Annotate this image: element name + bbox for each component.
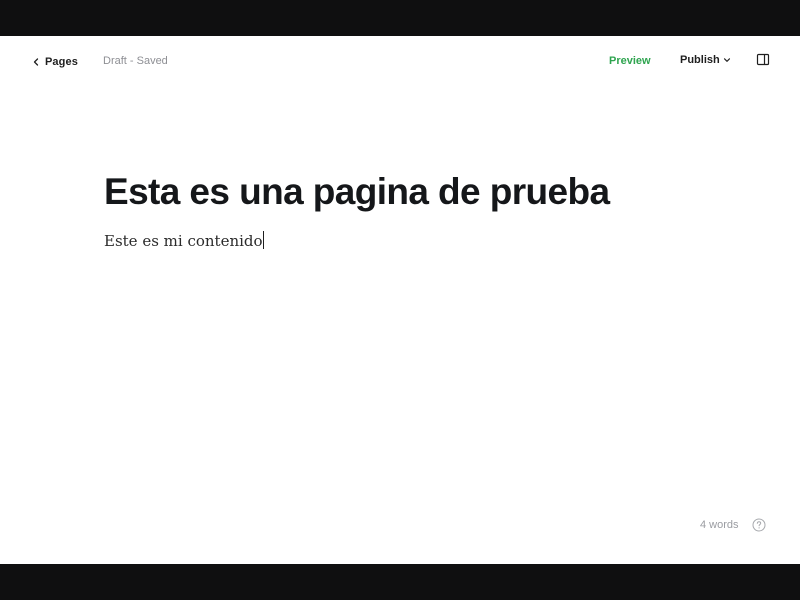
back-to-pages-link[interactable]: Pages bbox=[31, 54, 78, 70]
text-cursor bbox=[262, 231, 264, 249]
post-body-text: Este es mi contenido bbox=[104, 232, 263, 250]
sidebar-panel-icon[interactable] bbox=[756, 53, 770, 67]
editor-toolbar: Pages Draft - Saved Preview Publish bbox=[0, 36, 800, 88]
back-label: Pages bbox=[45, 56, 78, 68]
post-body-editor[interactable]: Este es mi contenido bbox=[104, 230, 264, 252]
app-window: Pages Draft - Saved Preview Publish Esta… bbox=[0, 0, 800, 600]
editor-canvas: Pages Draft - Saved Preview Publish Esta… bbox=[0, 36, 800, 564]
preview-button[interactable]: Preview bbox=[609, 55, 651, 67]
save-status: Draft - Saved bbox=[103, 55, 168, 67]
publish-dropdown[interactable]: Publish bbox=[680, 54, 731, 66]
chevron-down-icon bbox=[723, 58, 730, 62]
question-circle-icon[interactable] bbox=[752, 518, 766, 532]
post-title[interactable]: Esta es una pagina de prueba bbox=[104, 170, 610, 214]
publish-label: Publish bbox=[680, 54, 720, 66]
word-count: 4 words bbox=[700, 519, 739, 531]
chevron-left-icon bbox=[33, 58, 39, 66]
